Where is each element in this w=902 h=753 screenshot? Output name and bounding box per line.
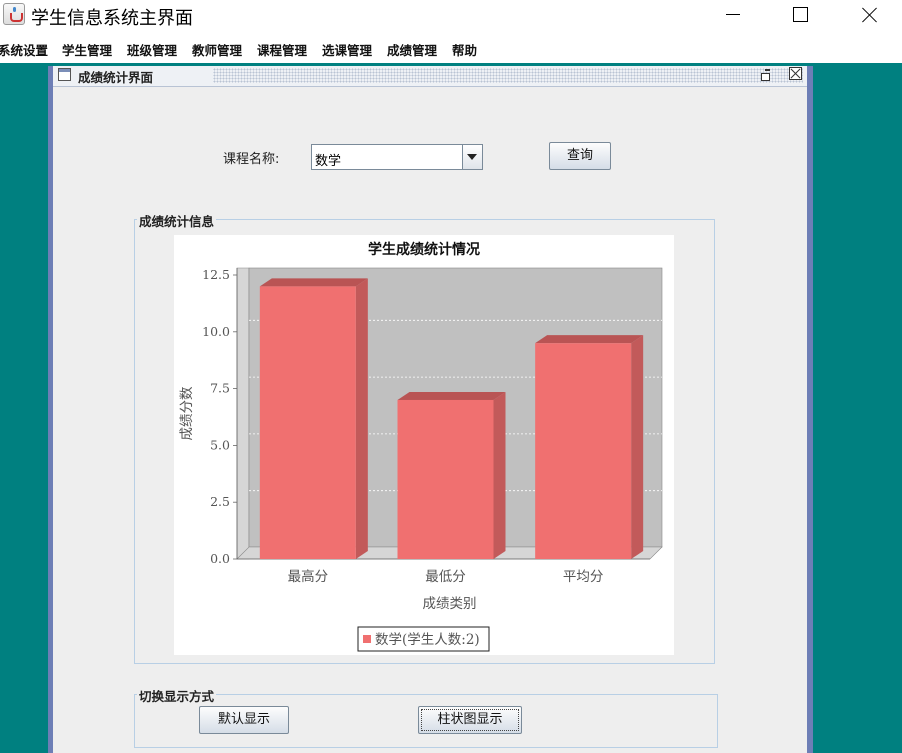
chevron-down-icon[interactable] xyxy=(462,145,482,169)
y-axis-label: 成绩分数 xyxy=(179,386,195,440)
bar xyxy=(259,286,356,559)
bar-side xyxy=(631,335,644,559)
close-window-button[interactable] xyxy=(847,0,893,30)
plot-side xyxy=(236,267,250,560)
bar-top xyxy=(259,278,368,287)
grade-statistics-panel: 课程名称: 数学 查询 成绩统计信息 学生成绩统计情况 0.0 2.5 5.0 7.5 1… xyxy=(53,87,807,753)
close-frame-icon[interactable] xyxy=(789,67,802,80)
statistics-group-title: 成绩统计信息 xyxy=(137,211,217,230)
internal-frame-titlebar[interactable]: 成绩统计界面 xyxy=(53,66,807,87)
titlebar-grip xyxy=(213,68,803,83)
query-button[interactable]: 查询 xyxy=(549,142,611,170)
bar-top xyxy=(535,335,644,344)
default-display-button[interactable]: 默认显示 xyxy=(199,706,289,734)
x-axis-label: 成绩类别 xyxy=(423,596,477,612)
y-tick-label: 2.5 xyxy=(210,494,230,509)
window-title: 学生信息系统主界面 xyxy=(31,8,193,29)
course-select[interactable]: 数学 xyxy=(311,144,483,170)
legend-swatch xyxy=(363,635,371,643)
y-tick-label: 10.0 xyxy=(202,324,230,339)
java-app-icon xyxy=(3,3,25,25)
y-tick-label: 12.5 xyxy=(202,267,230,282)
x-tick-label: 最高分 xyxy=(288,568,329,585)
x-tick-label: 最低分 xyxy=(425,569,466,585)
maximize-button[interactable] xyxy=(777,0,823,30)
bar-chart: 学生成绩统计情况 0.0 2.5 5.0 7.5 10.0 12.5 最高分 最低分 平均分成绩类… xyxy=(179,241,663,652)
x-tick-label: 平均分 xyxy=(563,569,604,585)
y-tick-label: 5.0 xyxy=(210,437,230,452)
menu-help[interactable]: 帮助 xyxy=(452,40,477,59)
window-titlebar: 学生信息系统主界面 xyxy=(0,0,902,32)
bar-side xyxy=(355,278,368,559)
chart-panel: 学生成绩统计情况 0.0 2.5 5.0 7.5 10.0 12.5 最高分 最低分 平均分成绩类… xyxy=(174,235,674,655)
bar-side xyxy=(493,391,506,559)
chart-title: 学生成绩统计情况 xyxy=(368,241,480,258)
internal-frame-title: 成绩统计界面 xyxy=(78,70,154,85)
menu-grade-management[interactable]: 成绩管理 xyxy=(387,40,437,59)
menu-bar: 系统设置 学生管理 班级管理 教师管理 课程管理 选课管理 成绩管理 帮助 xyxy=(0,32,902,63)
menu-teacher-management[interactable]: 教师管理 xyxy=(192,40,242,59)
restore-frame-icon[interactable] xyxy=(760,68,774,82)
menu-student-management[interactable]: 学生管理 xyxy=(62,40,112,59)
legend-label: 数学(学生人数:2) xyxy=(375,632,480,648)
menu-course-management[interactable]: 课程管理 xyxy=(257,40,307,59)
bar xyxy=(397,399,494,559)
display-mode-group-title: 切换显示方式 xyxy=(137,686,217,705)
y-tick-label: 7.5 xyxy=(210,381,230,396)
menu-course-selection[interactable]: 选课管理 xyxy=(322,40,372,59)
bar-chart-display-button[interactable]: 柱状图显示 xyxy=(418,706,522,734)
bar xyxy=(535,343,632,559)
minimize-button[interactable] xyxy=(710,0,756,30)
frame-icon xyxy=(58,68,71,81)
course-select-value: 数学 xyxy=(315,154,342,169)
menu-class-management[interactable]: 班级管理 xyxy=(127,40,177,59)
course-name-label: 课程名称: xyxy=(223,152,280,167)
menu-system-settings[interactable]: 系统设置 xyxy=(0,40,48,59)
bar-top xyxy=(397,391,506,400)
y-tick-label: 0.0 xyxy=(210,551,230,566)
